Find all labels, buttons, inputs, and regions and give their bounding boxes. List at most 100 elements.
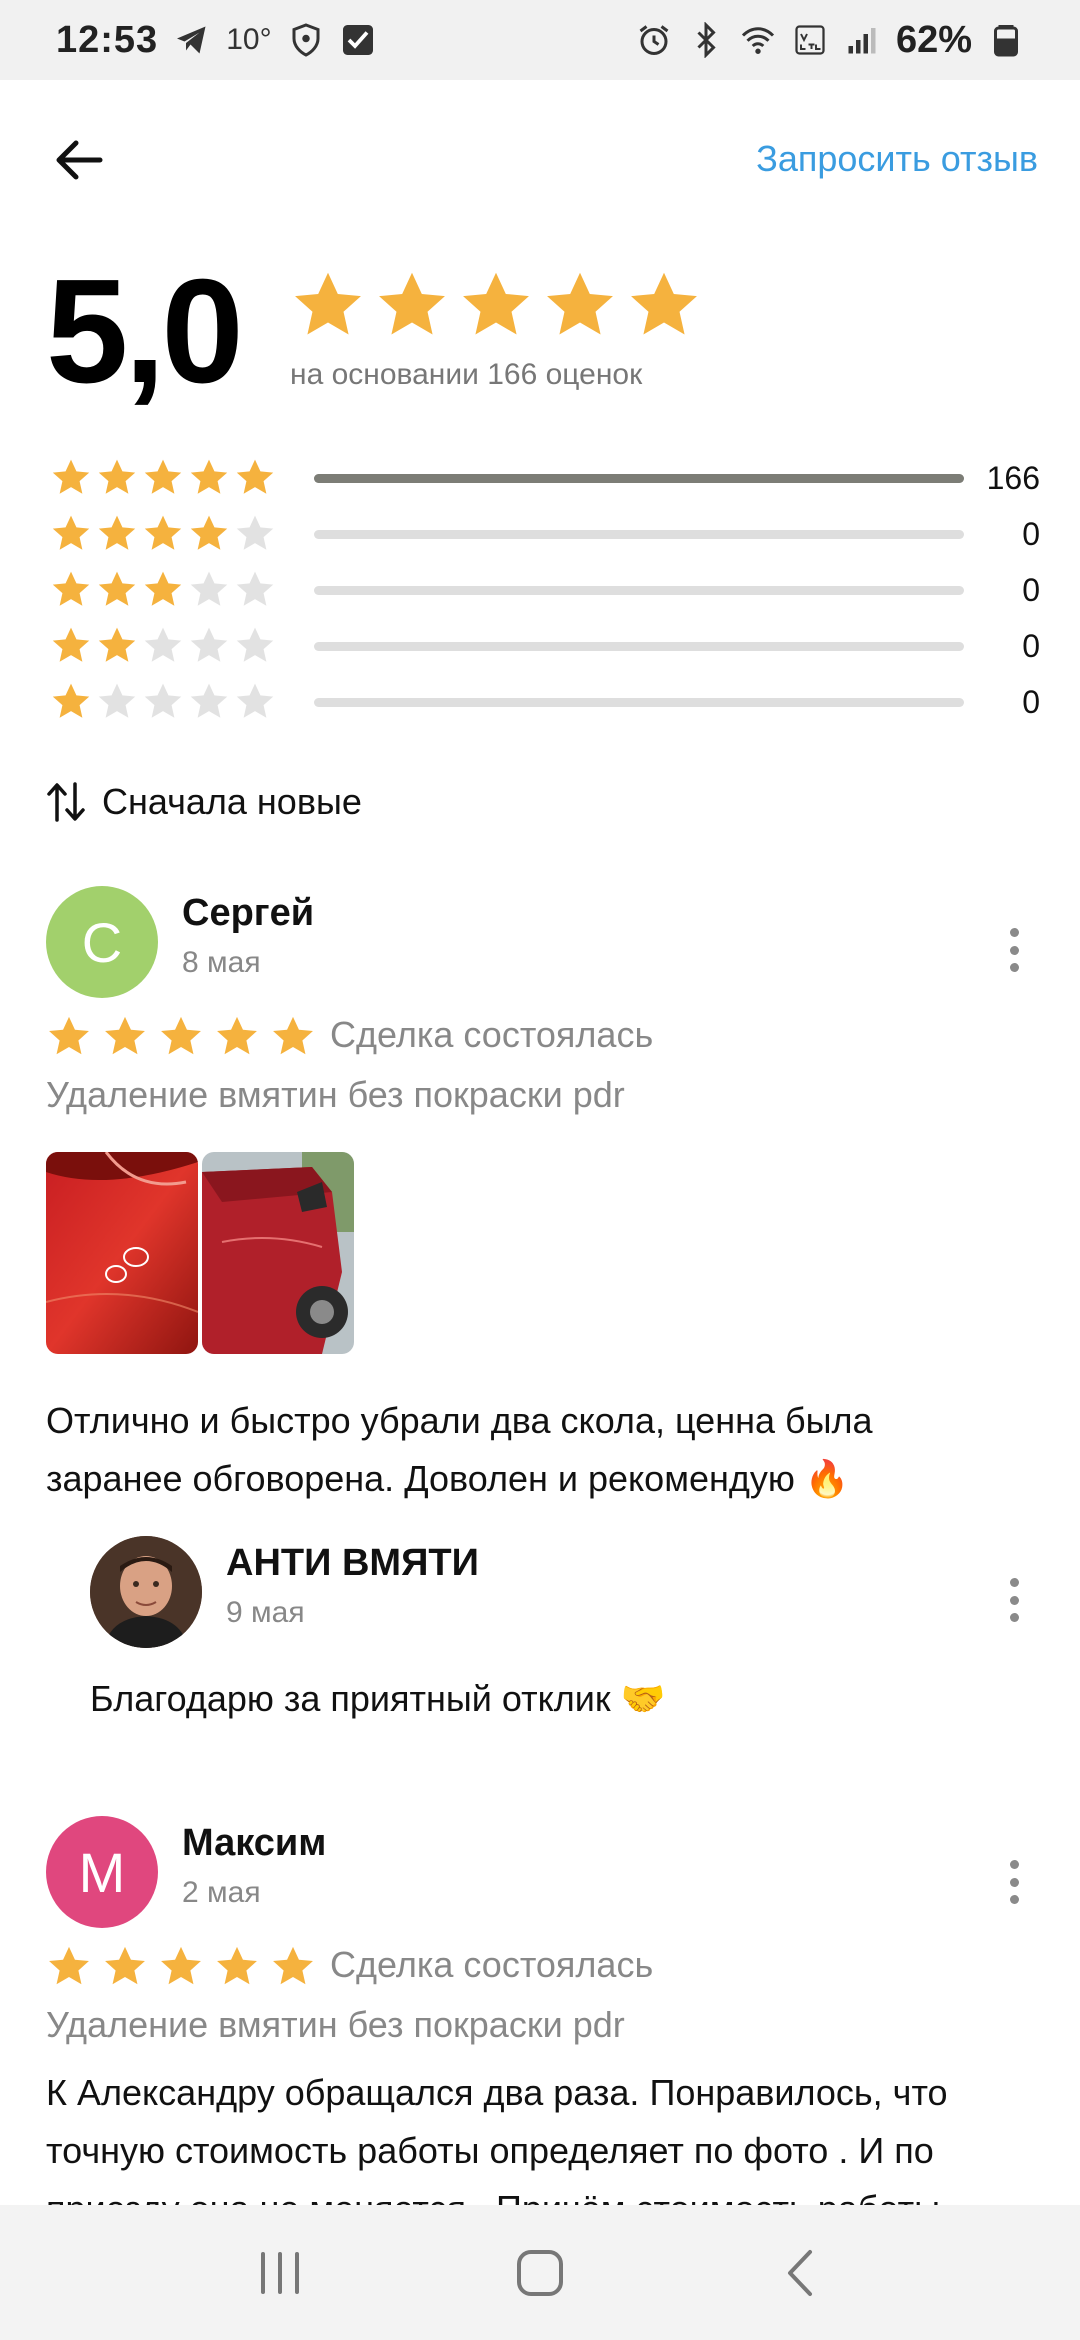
seller-avatar[interactable]	[90, 1536, 202, 1648]
checkbox-icon	[340, 22, 376, 58]
distribution-row-4: 0	[50, 506, 1040, 562]
average-rating-stars	[290, 268, 702, 344]
reply-more-options-button[interactable]	[1004, 1570, 1024, 1630]
more-dot	[1009, 1613, 1019, 1622]
star-filled-icon	[52, 683, 90, 718]
star-empty-icon	[236, 627, 274, 662]
service-name: Удаление вмятин без покраски pdr	[46, 1074, 625, 1115]
star-empty-icon	[144, 683, 182, 718]
back-button[interactable]	[44, 130, 114, 190]
star-filled-icon	[49, 1016, 89, 1055]
seller-photo	[90, 1536, 202, 1648]
distribution-row-3: 0	[50, 562, 1040, 618]
ratings-count: на основании 166 оценок	[290, 358, 643, 391]
sort-label: Сначала новые	[102, 781, 362, 822]
review-text-line: приезду она не меняется . Причём стоимос…	[46, 2180, 1046, 2205]
review-card: М Максим 2 мая Сделка состоялась Удалени…	[0, 1812, 1080, 2205]
review-date: 8 мая	[182, 946, 261, 979]
star-empty-icon	[236, 571, 274, 606]
sort-button[interactable]: Сначала новые	[46, 780, 362, 824]
volte-icon	[792, 22, 828, 58]
star-filled-icon	[547, 272, 613, 335]
wifi-icon	[740, 22, 776, 58]
average-rating: 5,0	[46, 249, 244, 414]
review-text: К Александру обращался два раза. Понрави…	[46, 2064, 1046, 2205]
star-filled-icon	[52, 627, 90, 662]
review-photo[interactable]	[46, 1152, 198, 1354]
home-icon	[517, 2249, 563, 2296]
star-empty-icon	[144, 627, 182, 662]
star-filled-icon	[52, 459, 90, 494]
star-filled-icon	[98, 627, 136, 662]
avatar[interactable]: С	[46, 886, 158, 998]
star-filled-icon	[190, 515, 228, 550]
distribution-stars	[50, 513, 280, 555]
more-vertical-icon	[1009, 928, 1019, 937]
distribution-count: 0	[1022, 683, 1040, 720]
chevron-left-icon	[788, 2249, 812, 2296]
star-filled-icon	[161, 1016, 201, 1055]
distribution-row-5: 166	[50, 450, 1040, 506]
star-empty-icon	[236, 515, 274, 550]
star-filled-icon	[236, 459, 274, 494]
distribution-stars	[50, 681, 280, 723]
arrow-left-icon	[56, 140, 103, 180]
distribution-bar-fill	[314, 473, 964, 483]
signal-icon	[844, 22, 880, 58]
status-time: 12:53	[56, 18, 159, 61]
request-review-link[interactable]: Запросить отзыв	[756, 138, 1038, 180]
seller-name: АНТИ ВМЯТИ	[226, 1542, 479, 1584]
review-card: С Сергей 8 мая Сделка состоялась Удалени…	[0, 880, 1080, 1760]
more-options-button[interactable]	[1004, 1852, 1024, 1912]
status-temperature: 10°	[226, 23, 272, 56]
shield-icon	[288, 22, 324, 58]
review-stars	[46, 1014, 316, 1060]
recent-apps-icon	[261, 2251, 299, 2294]
star-filled-icon	[463, 272, 529, 335]
reply-text: Благодарю за приятный отклик 🤝	[90, 1678, 666, 1719]
star-filled-icon	[273, 1016, 313, 1055]
more-dot	[1009, 1595, 1019, 1605]
distribution-count: 0	[1022, 571, 1040, 608]
star-filled-icon	[273, 1946, 313, 1985]
rating-distribution: 166 0 0 0 0	[50, 450, 1040, 730]
star-filled-icon	[190, 459, 228, 494]
star-filled-icon	[98, 515, 136, 550]
service-name: Удаление вмятин без покраски pdr	[46, 2004, 625, 2045]
home-button[interactable]	[495, 2228, 585, 2318]
bluetooth-icon	[688, 22, 724, 58]
car-side-photo	[202, 1152, 354, 1354]
system-nav-bar	[0, 2205, 1080, 2340]
distribution-count: 0	[1022, 627, 1040, 664]
distribution-bar	[314, 585, 964, 595]
nav-back-button[interactable]	[755, 2228, 845, 2318]
star-filled-icon	[144, 515, 182, 550]
reviewer-name: Максим	[182, 1822, 327, 1864]
avatar[interactable]: М	[46, 1816, 158, 1928]
star-filled-icon	[161, 1946, 201, 1985]
review-text-line: заранее обговорена. Доволен и рекомендую…	[46, 1458, 850, 1499]
car-dent-photo	[46, 1152, 198, 1354]
star-filled-icon	[295, 272, 361, 335]
status-right: 62%	[636, 19, 1024, 62]
distribution-row-2: 0	[50, 618, 1040, 674]
star-filled-icon	[98, 459, 136, 494]
more-dot	[1009, 1895, 1019, 1904]
more-options-button[interactable]	[1004, 920, 1024, 980]
header: Запросить отзыв	[0, 80, 1080, 240]
distribution-bar	[314, 473, 964, 483]
recent-apps-button[interactable]	[235, 2228, 325, 2318]
distribution-row-1: 0	[50, 674, 1040, 730]
distribution-count: 166	[986, 459, 1040, 496]
more-dot	[1009, 945, 1019, 955]
review-date: 2 мая	[182, 1876, 261, 1909]
alarm-icon	[636, 22, 672, 58]
distribution-bar	[314, 529, 964, 539]
more-dot	[1009, 963, 1019, 972]
distribution-stars	[50, 625, 280, 667]
review-text-line: точную стоимость работы определяет по фо…	[46, 2130, 934, 2171]
deal-status: Сделка состоялась	[330, 1944, 654, 1985]
review-photo[interactable]	[202, 1152, 354, 1354]
more-dot	[1009, 1877, 1019, 1887]
star-empty-icon	[98, 683, 136, 718]
